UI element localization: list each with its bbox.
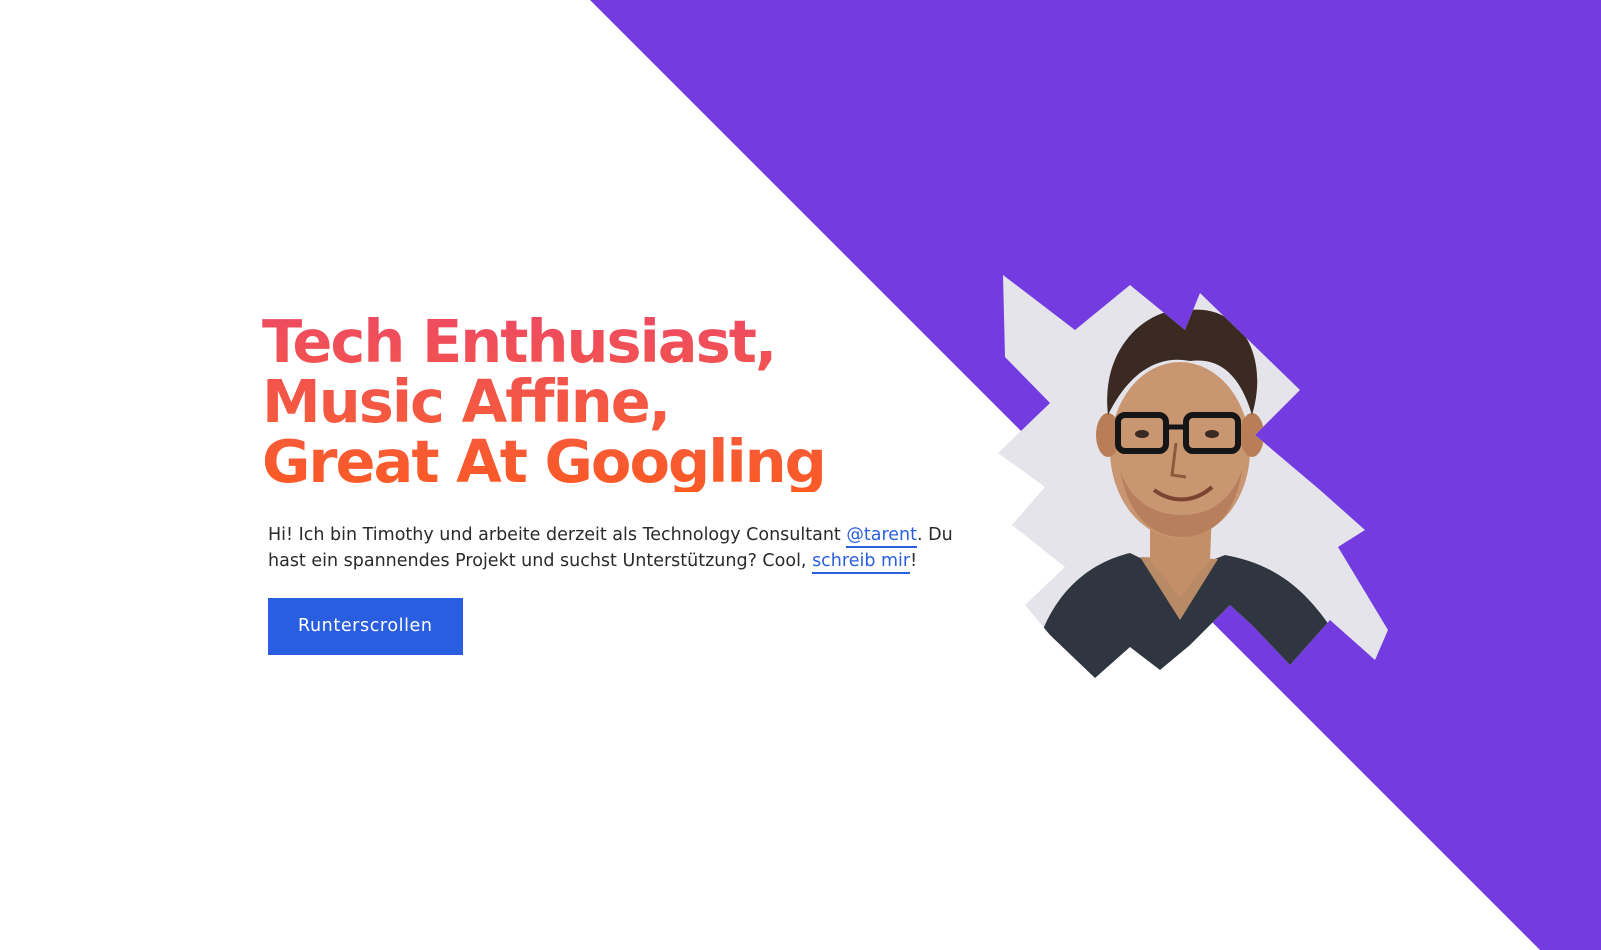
landing-page: Tech Enthusiast, Music Affine, Great At … — [0, 0, 1601, 950]
contact-link[interactable]: schreib mir — [812, 551, 911, 574]
headline-line-2: Music Affine, — [262, 367, 670, 436]
page-title: Tech Enthusiast, Music Affine, Great At … — [262, 312, 982, 492]
headline-line-1: Tech Enthusiast, — [262, 307, 776, 376]
intro-text-part-3: ! — [910, 551, 918, 571]
portrait-illustration — [998, 275, 1388, 678]
headline-line-3: Great At Googling — [262, 427, 825, 496]
tarent-link[interactable]: @tarent — [846, 525, 917, 548]
scroll-down-button[interactable]: Runterscrollen — [268, 598, 463, 655]
intro-text: Hi! Ich bin Timothy und arbeite derzeit … — [268, 522, 978, 574]
intro-text-part-1: Hi! Ich bin Timothy und arbeite derzeit … — [268, 525, 847, 545]
hero-section: Tech Enthusiast, Music Affine, Great At … — [262, 312, 982, 655]
